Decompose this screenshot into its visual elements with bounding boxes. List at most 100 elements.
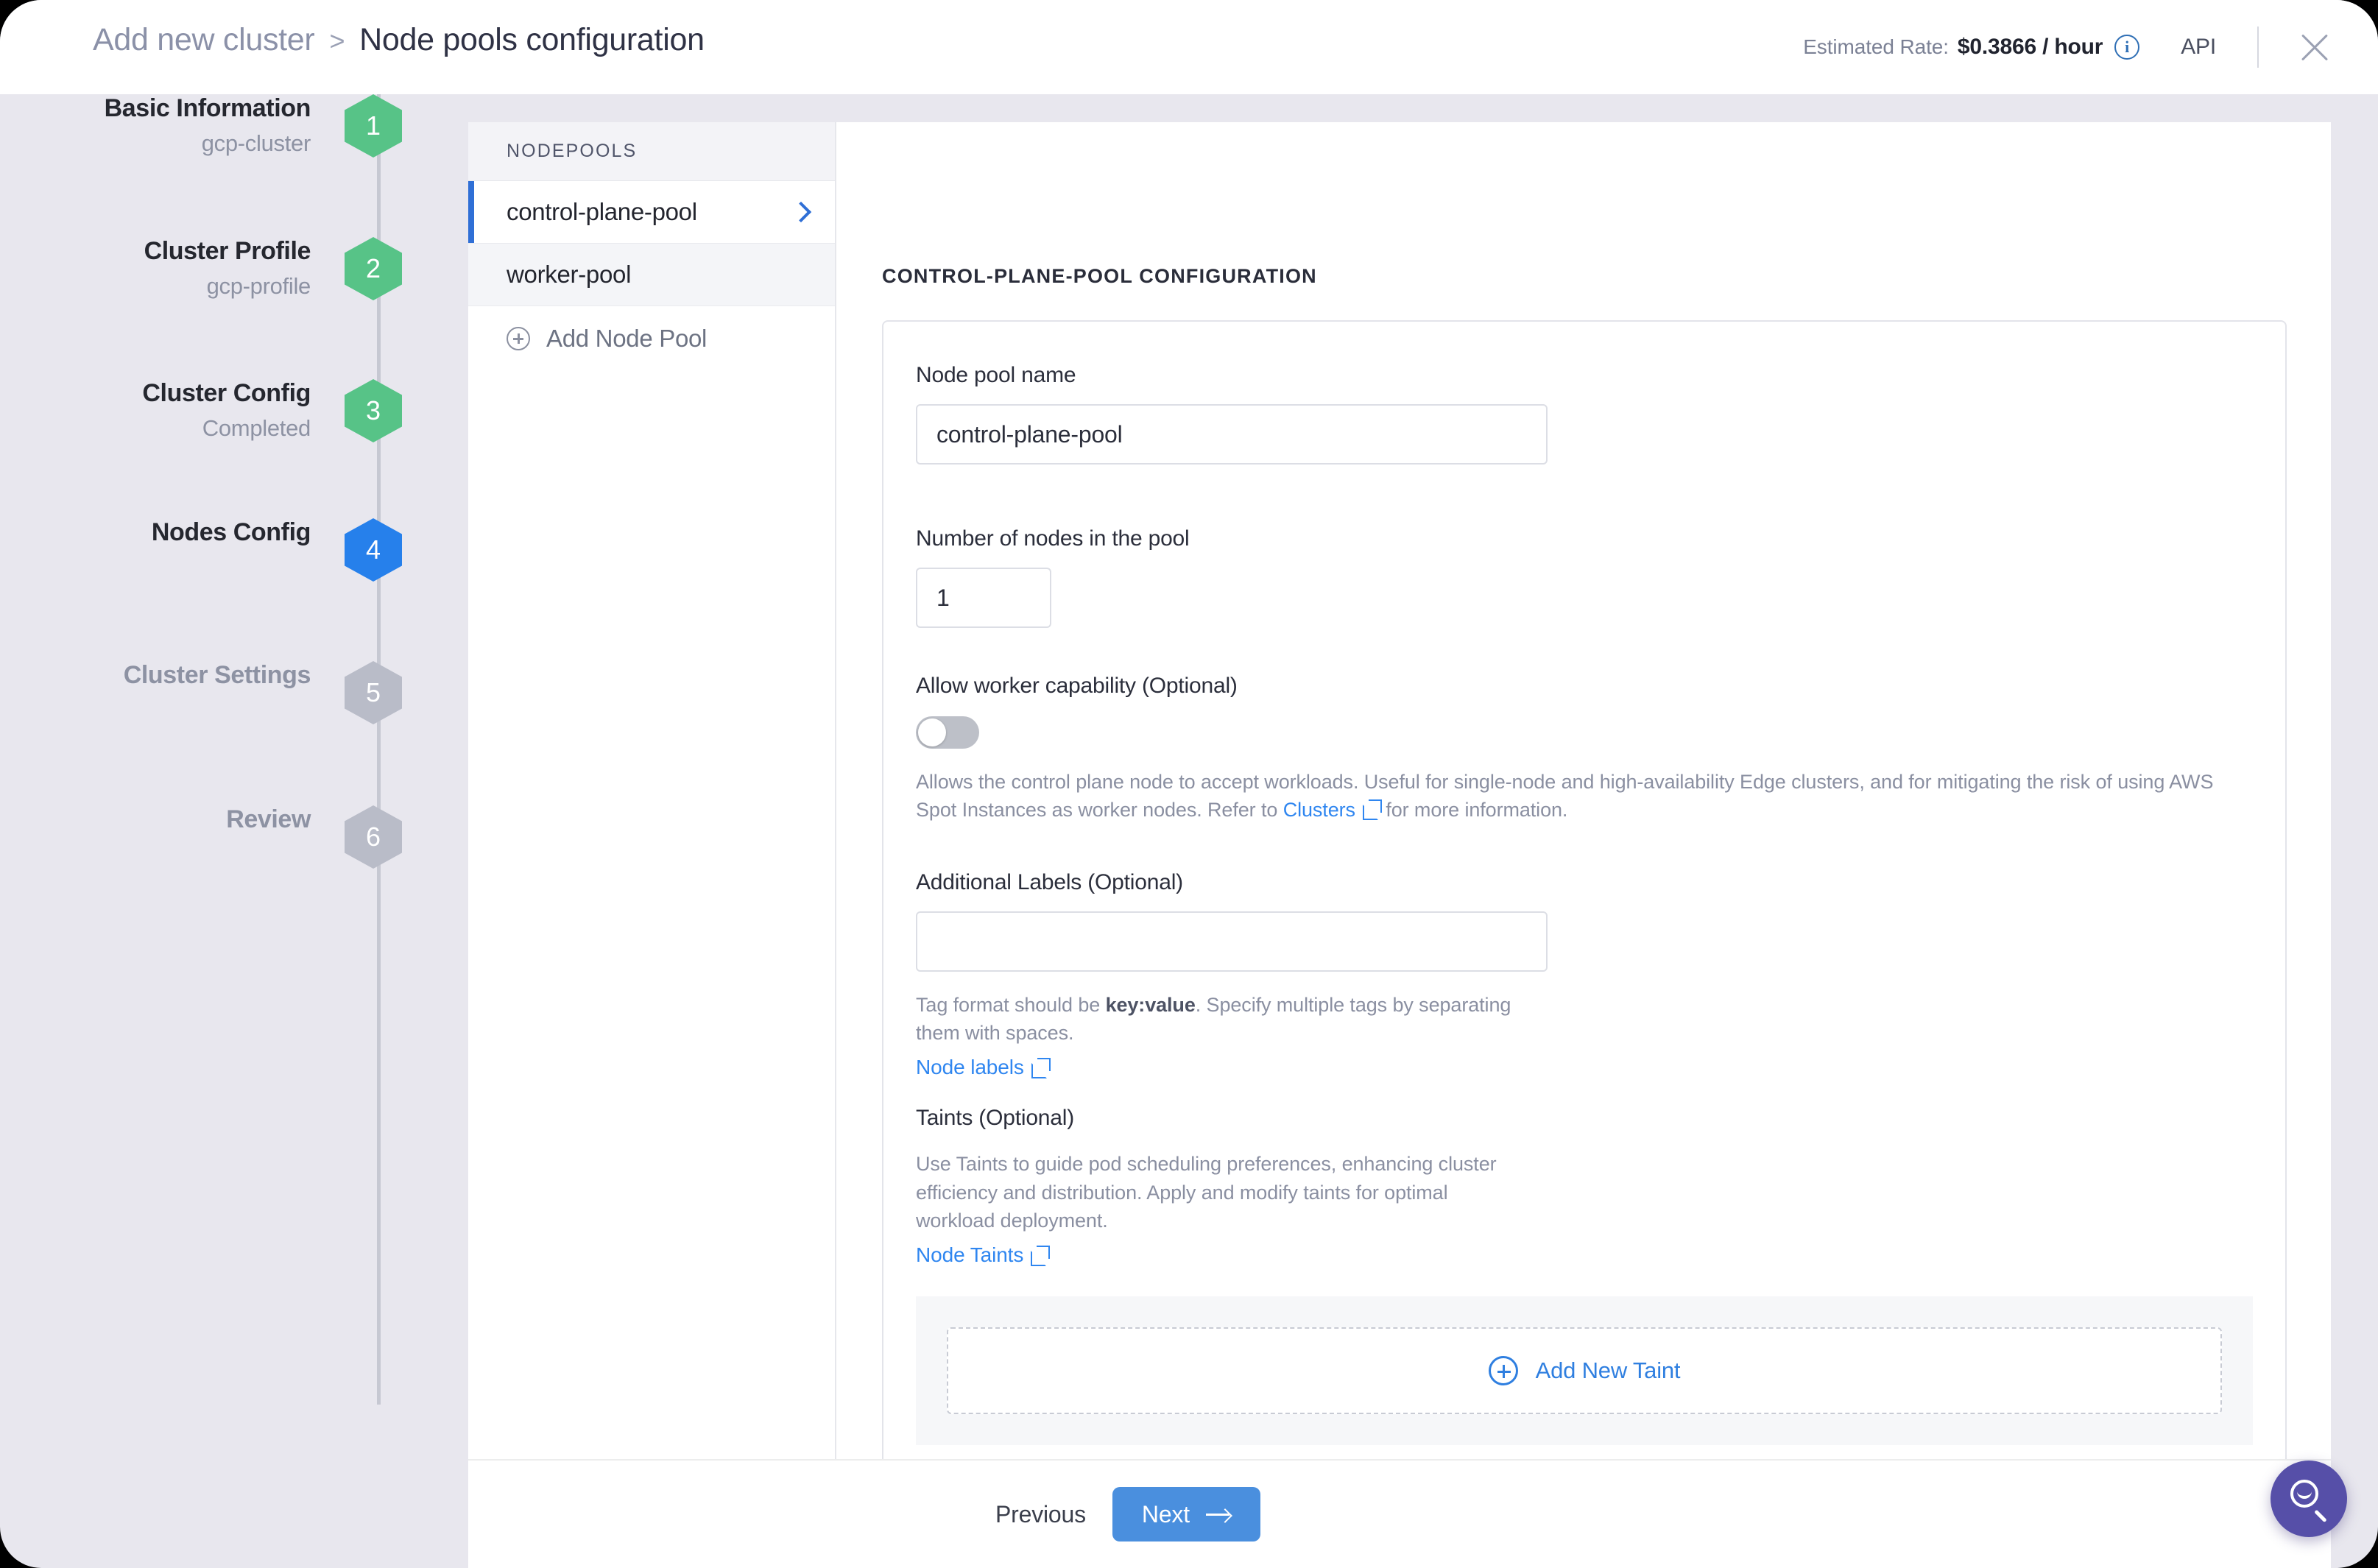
nodepool-item-label: worker-pool [507,261,631,289]
stepper-item-cluster-config[interactable]: Cluster Config Completed 3 [0,379,471,442]
node-pool-name-input[interactable]: control-plane-pool [916,404,1548,465]
plus-circle-icon [1489,1356,1518,1385]
help-line-2: Instances as worker nodes. Refer to [962,799,1283,821]
stepper-item-text: Cluster Config Completed [0,379,343,442]
hexagon-icon: 6 [345,805,402,869]
clusters-link[interactable]: Clusters [1283,799,1355,821]
nodepool-item-worker-pool[interactable]: worker-pool [468,244,835,306]
stepper-marker: 3 [345,379,402,442]
add-node-pool-label: Add Node Pool [546,325,707,353]
stepper-item-basic-information[interactable]: Basic Information gcp-cluster 1 [0,94,471,158]
stepper-item-title: Review [0,805,311,834]
additional-labels-input[interactable] [916,911,1548,972]
hexagon-icon: 4 [345,518,402,582]
node-count-field: Number of nodes in the pool 1 [916,526,2253,628]
nodepool-item-label: control-plane-pool [507,198,697,226]
allow-worker-capability-label: Allow worker capability (Optional) [916,674,2253,699]
chevron-right-icon [791,202,811,222]
search-icon [2288,1478,2329,1519]
allow-worker-capability-toggle[interactable] [916,716,979,749]
allow-worker-capability-help: Allows the control plane node to accept … [916,768,2253,824]
info-icon[interactable]: i [2114,35,2139,60]
hexagon-icon: 3 [345,379,402,442]
node-pool-name-label: Node pool name [916,363,2253,388]
node-taints-link-label: Node Taints [916,1243,1023,1267]
top-bar: Add new cluster > Node pools configurati… [0,0,2378,94]
add-new-taint-label: Add New Taint [1536,1357,1681,1384]
node-count-label: Number of nodes in the pool [916,526,2253,551]
stepper-item-subtitle: gcp-profile [0,273,311,300]
hexagon-icon: 2 [345,237,402,300]
divider [2257,27,2259,68]
external-link-icon [1031,1246,1048,1264]
stepper-item-text: Nodes Config [0,518,343,547]
stepper-marker: 5 [345,661,402,724]
stepper-marker: 1 [345,94,402,158]
breadcrumb-separator: > [329,26,345,57]
app-window: Add new cluster > Node pools configurati… [0,0,2378,1568]
wizard-stepper: Basic Information gcp-cluster 1 Cluster … [0,94,471,1568]
stepper-item-title: Cluster Config [0,379,311,408]
nodepool-settings-card: Node pool name control-plane-pool Number… [882,320,2287,1486]
labels-help-bold: key:value [1106,994,1196,1016]
stepper-item-title: Cluster Settings [0,661,311,690]
taints-help: Use Taints to guide pod scheduling prefe… [916,1150,1527,1235]
additional-labels-label: Additional Labels (Optional) [916,870,2253,895]
allow-worker-capability-field: Allow worker capability (Optional) Allow… [916,674,2253,824]
stepper-marker: 2 [345,237,402,300]
add-node-pool-button[interactable]: Add Node Pool [468,306,835,371]
node-taints-link[interactable]: Node Taints [916,1243,2253,1267]
api-link[interactable]: API [2181,35,2216,60]
labels-help-pre: Tag format should be [916,994,1106,1016]
stepper-item-cluster-profile[interactable]: Cluster Profile gcp-profile 2 [0,237,471,300]
breadcrumb-current: Node pools configuration [359,22,705,58]
nodepools-header: NODEPOOLS [468,122,835,181]
taints-label: Taints (Optional) [916,1106,2253,1131]
help-line-3: for more information. [1380,799,1567,821]
arrow-right-icon [1206,1509,1231,1519]
stepper-item-nodes-config[interactable]: Nodes Config 4 [0,518,471,582]
stepper-item-cluster-settings[interactable]: Cluster Settings 5 [0,661,471,724]
additional-labels-field: Additional Labels (Optional) Tag format … [916,870,2253,1080]
hexagon-icon: 5 [345,661,402,724]
search-fab-button[interactable] [2271,1461,2347,1537]
taints-container: Add New Taint [916,1296,2253,1445]
main-panel: NODEPOOLS control-plane-pool worker-pool… [468,122,2331,1568]
plus-circle-icon [507,327,530,350]
section-title: CONTROL-PLANE-POOL CONFIGURATION [882,265,2331,288]
toggle-knob [918,718,946,746]
breadcrumb: Add new cluster > Node pools configurati… [93,22,705,58]
stepper-item-review[interactable]: Review 6 [0,805,471,869]
stepper-item-text: Basic Information gcp-cluster [0,94,343,157]
previous-button[interactable]: Previous [995,1501,1086,1528]
close-icon[interactable] [2296,28,2334,66]
wizard-footer: Previous Next [468,1459,2331,1568]
next-button[interactable]: Next [1112,1487,1260,1541]
external-link-icon [1031,1059,1049,1076]
node-count-input[interactable]: 1 [916,568,1051,628]
nodepool-config-form: CONTROL-PLANE-POOL CONFIGURATION Node po… [838,122,2331,1514]
add-new-taint-button[interactable]: Add New Taint [947,1327,2222,1414]
stepper-marker: 4 [345,518,402,582]
estimated-rate-value: $0.3866 / hour [1958,35,2103,60]
hexagon-icon: 1 [345,94,402,158]
next-button-label: Next [1142,1501,1190,1528]
taints-field: Taints (Optional) Use Taints to guide po… [916,1106,2253,1267]
additional-labels-help: Tag format should be key:value. Specify … [916,991,1527,1048]
breadcrumb-parent[interactable]: Add new cluster [93,22,314,58]
top-bar-right: Estimated Rate: $0.3866 / hour i API [1803,0,2378,94]
stepper-item-subtitle: Completed [0,415,311,442]
node-labels-link[interactable]: Node labels [916,1056,2253,1079]
nodepools-sidebar: NODEPOOLS control-plane-pool worker-pool… [468,122,836,1514]
estimated-rate-label: Estimated Rate: [1803,35,1949,59]
stepper-item-title: Cluster Profile [0,237,311,266]
stepper-item-subtitle: gcp-cluster [0,130,311,157]
stepper-item-title: Nodes Config [0,518,311,547]
stepper-item-text: Cluster Profile gcp-profile [0,237,343,300]
nodepool-item-control-plane-pool[interactable]: control-plane-pool [468,181,835,244]
stepper-item-text: Cluster Settings [0,661,343,690]
node-labels-link-label: Node labels [916,1056,1024,1079]
stepper-item-title: Basic Information [0,94,311,123]
stepper-item-text: Review [0,805,343,834]
external-link-icon [1363,800,1380,818]
